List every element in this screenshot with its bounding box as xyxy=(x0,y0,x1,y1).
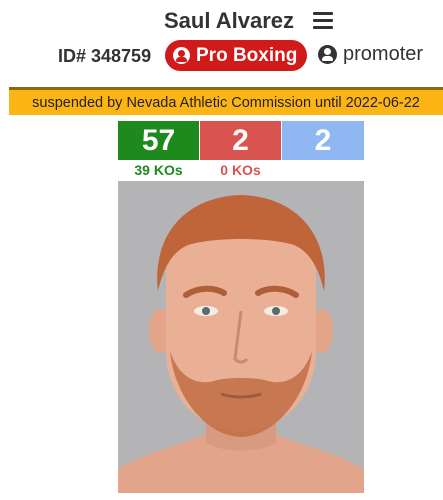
boxer-id: ID# 348759 xyxy=(58,46,152,66)
suspension-banner: suspended by Nevada Athletic Commission … xyxy=(9,87,443,115)
hamburger-menu-icon[interactable] xyxy=(313,12,333,30)
title-row: Saul Alvarez xyxy=(0,6,443,36)
role-label: promoter xyxy=(343,43,424,65)
losses-ko-count: 0 KOs xyxy=(220,162,261,178)
user-circle-icon xyxy=(173,47,190,64)
losses-count[interactable]: 2 xyxy=(200,121,281,160)
id-row: ID# 348759 Pro Boxing promoter xyxy=(0,40,443,72)
boxer-name: Saul Alvarez xyxy=(164,8,295,33)
pro-boxing-button[interactable]: Pro Boxing xyxy=(165,40,307,71)
user-circle-icon xyxy=(318,45,337,64)
draws-count[interactable]: 2 xyxy=(282,121,364,160)
wins-ko-count: 39 KOs xyxy=(134,162,183,178)
boxer-portrait-image xyxy=(118,181,364,493)
boxer-photo xyxy=(118,181,364,493)
fight-record: 57 2 2 39 KOs 0 KOs xyxy=(118,121,364,179)
wins-count[interactable]: 57 xyxy=(118,121,199,160)
suspension-text: suspended by Nevada Athletic Commission … xyxy=(32,94,420,111)
promoter-link[interactable]: promoter xyxy=(318,43,423,66)
sport-label: Pro Boxing xyxy=(196,44,298,66)
